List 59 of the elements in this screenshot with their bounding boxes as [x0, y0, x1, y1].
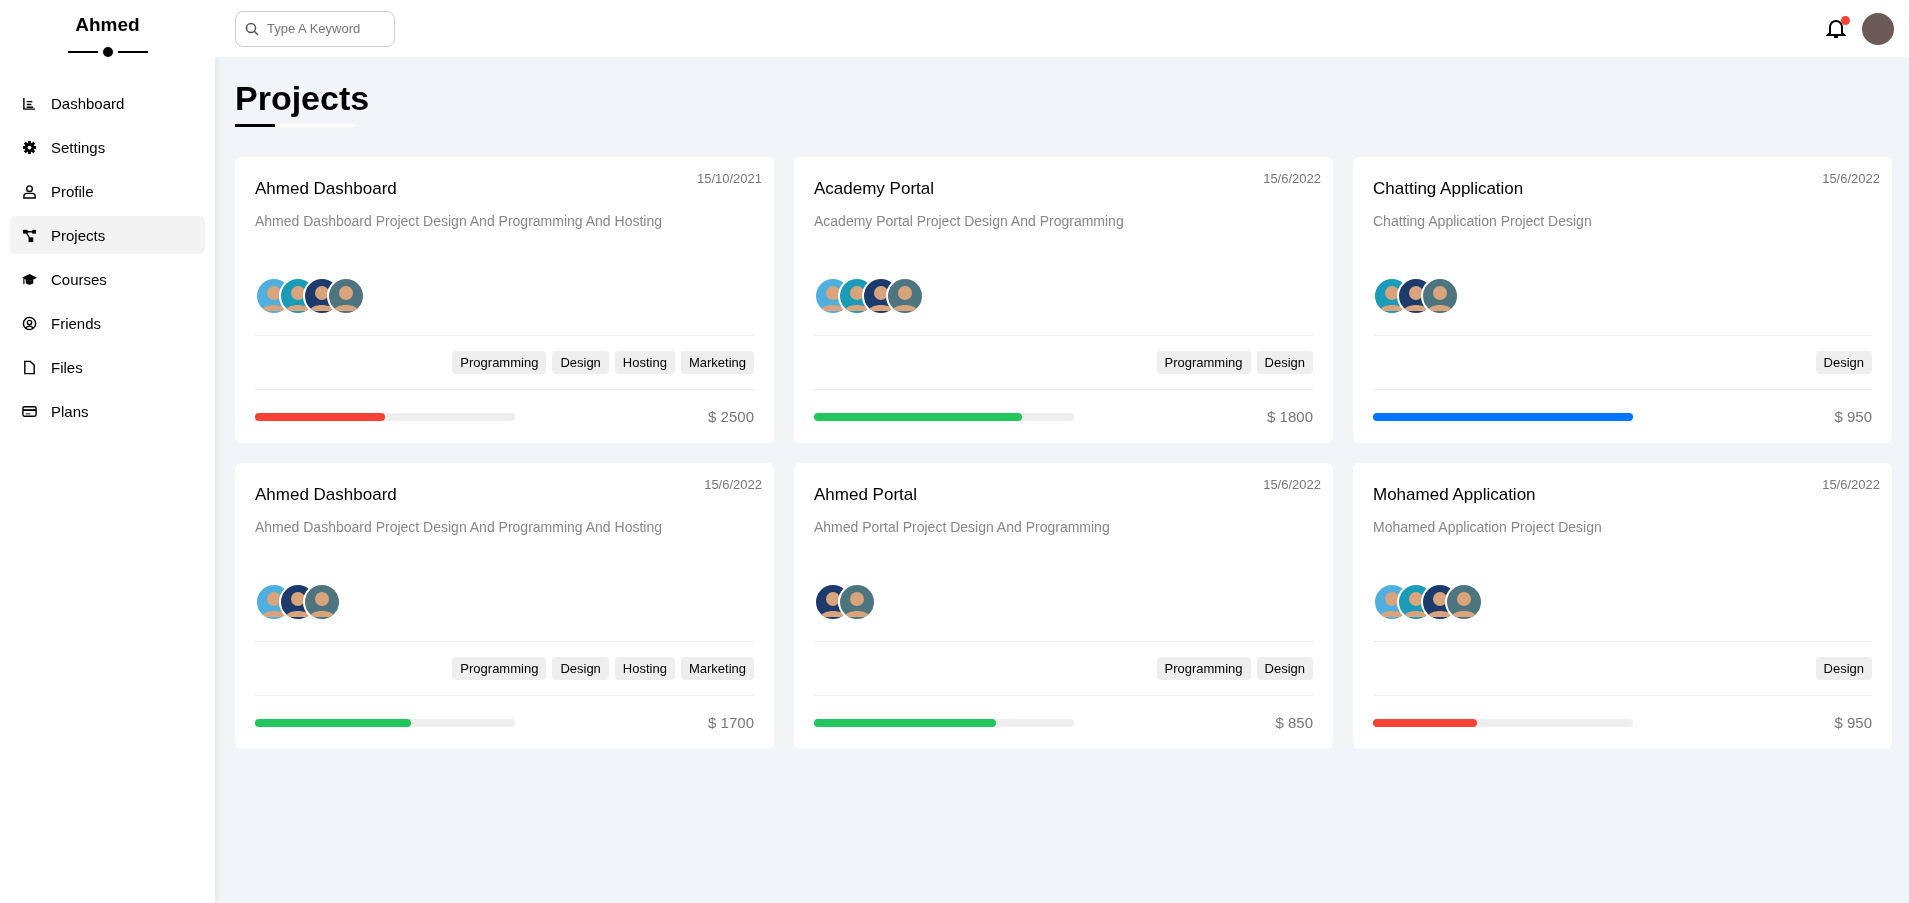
project-price: $ 1700	[708, 714, 754, 731]
user-circle-icon	[22, 315, 37, 331]
project-tag: Programming	[1156, 351, 1251, 374]
user-avatar[interactable]	[1862, 12, 1894, 45]
cap-icon	[22, 271, 37, 287]
project-tag: Design	[1815, 657, 1872, 680]
card-icon	[22, 403, 37, 419]
project-date: 15/6/2022	[1822, 171, 1880, 186]
chart-icon	[22, 95, 37, 111]
project-date: 15/6/2022	[1263, 171, 1321, 186]
project-price: $ 850	[1275, 714, 1313, 731]
project-date: 15/6/2022	[1263, 477, 1321, 492]
project-title: Chatting Application	[1373, 179, 1525, 199]
project-description: Mohamed Application Project Design	[1373, 519, 1603, 535]
user-icon	[22, 183, 37, 199]
project-title: Academy Portal	[814, 179, 935, 199]
project-description: Ahmed Dashboard Project Design And Programming And Hosting	[255, 519, 663, 535]
project-description: Ahmed Portal Project Design And Programming	[814, 519, 1111, 535]
sidebar-item[interactable]: Plans	[10, 392, 205, 430]
project-tag: Design	[552, 657, 609, 680]
brand-name: Ahmed	[74, 14, 141, 36]
sidebar-item[interactable]: Settings	[10, 128, 205, 166]
project-tag: Hosting	[614, 657, 675, 680]
project-title: Ahmed Portal	[814, 485, 918, 505]
project-tag: Design	[1815, 351, 1872, 374]
file-icon	[22, 359, 37, 375]
sidebar-item[interactable]: Friends	[10, 304, 205, 342]
project-description: Academy Portal Project Design And Programming	[814, 213, 1125, 229]
nodes-icon	[22, 227, 37, 243]
sidebar-item[interactable]: Dashboard	[10, 84, 205, 122]
project-tag: Design	[1256, 657, 1313, 680]
project-date: 15/6/2022	[704, 477, 762, 492]
sidebar-item[interactable]: Profile	[10, 172, 205, 210]
project-price: $ 950	[1834, 714, 1872, 731]
page-title: Projects	[235, 79, 370, 118]
project-date: 15/6/2022	[1822, 477, 1880, 492]
project-title: Mohamed Application	[1373, 485, 1537, 505]
project-tag: Marketing	[680, 351, 754, 374]
project-tag: Programming	[452, 351, 547, 374]
project-description: Chatting Application Project Design	[1373, 213, 1593, 229]
project-title: Ahmed Dashboard	[255, 485, 398, 505]
search-field[interactable]: Type A Keyword	[235, 10, 395, 47]
project-tag: Marketing	[680, 657, 754, 680]
gear-icon	[22, 139, 37, 155]
project-tag: Hosting	[614, 351, 675, 374]
sidebar-item[interactable]: Files	[10, 348, 205, 386]
divider-ornament-icon	[67, 46, 148, 58]
sidebar-item[interactable]: Courses	[10, 260, 205, 298]
project-tag: Design	[1256, 351, 1313, 374]
project-title: Ahmed Dashboard	[255, 179, 398, 199]
project-tag: Design	[552, 351, 609, 374]
project-price: $ 2500	[708, 408, 754, 425]
project-tag: Programming	[1156, 657, 1251, 680]
sidebar-item[interactable]: Projects	[10, 216, 205, 254]
project-description: Ahmed Dashboard Project Design And Programming And Hosting	[255, 213, 663, 229]
project-tag: Programming	[452, 657, 547, 680]
project-date: 15/10/2021	[696, 171, 762, 186]
project-price: $ 1800	[1267, 408, 1313, 425]
project-price: $ 950	[1834, 408, 1872, 425]
